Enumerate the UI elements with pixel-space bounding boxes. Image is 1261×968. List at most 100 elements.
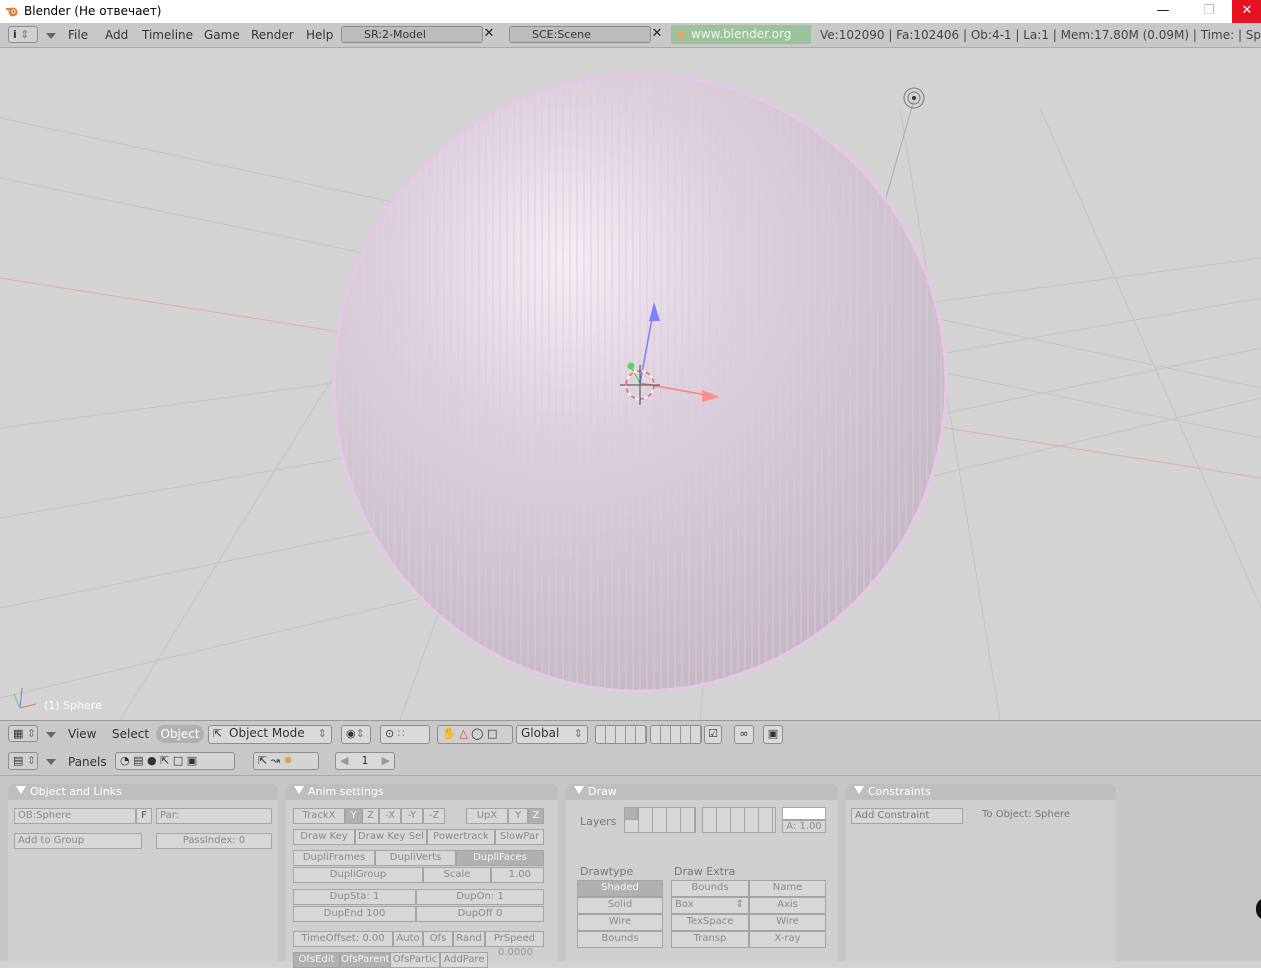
menu-object[interactable]: Object <box>156 725 204 743</box>
object-name-field[interactable]: OB:Sphere <box>14 808 136 824</box>
track-x-button[interactable]: TrackX <box>293 808 345 824</box>
dupoff-field[interactable]: DupOff 0 <box>416 906 544 922</box>
parent-field[interactable]: Par: <box>156 808 272 824</box>
object-color-swatch[interactable] <box>782 807 826 820</box>
panel-header[interactable]: Anim settings <box>286 784 558 800</box>
buttons-collapse-icon[interactable] <box>46 759 56 765</box>
logic-icon[interactable]: ◔ <box>120 754 130 767</box>
shading-context-icon[interactable]: ● <box>147 754 157 767</box>
add-to-group-button[interactable]: Add to Group <box>14 833 142 849</box>
orientation-selector[interactable]: Global ⇕ <box>516 725 588 744</box>
extra-name-button[interactable]: Name <box>749 880 826 897</box>
ofs-button[interactable]: Ofs <box>423 931 453 947</box>
menu-view[interactable]: View <box>68 727 96 741</box>
bounds-type-selector[interactable]: Box ⇕ <box>671 897 749 914</box>
fake-user-button[interactable]: F <box>136 808 152 824</box>
minimize-button[interactable]: — <box>1140 0 1186 23</box>
lamp-object[interactable] <box>903 87 925 109</box>
panel-header[interactable]: Object and Links <box>8 784 278 800</box>
dupon-field[interactable]: DupOn: 1 <box>416 889 544 905</box>
delete-screen-icon[interactable]: ✕ <box>482 27 496 42</box>
particle-sub-icon[interactable]: ✸ <box>283 754 292 767</box>
collapse-menu-icon[interactable] <box>46 33 56 39</box>
link-icon[interactable]: ∞ <box>734 725 754 744</box>
translate-icon[interactable]: △ <box>459 727 467 740</box>
physics-sub-icon[interactable]: ↝ <box>271 754 280 767</box>
dupliframes-button[interactable]: DupliFrames <box>293 850 375 866</box>
context-buttons[interactable]: ◔ ▤ ● ⇱ □ ▣ <box>115 752 235 770</box>
mode-selector[interactable]: ⇱ Object Mode ⇕ <box>208 725 332 744</box>
prspeed-button[interactable]: PrSpeed <box>485 931 544 947</box>
extra-texspace-button[interactable]: TexSpace <box>671 914 749 931</box>
object-layer-active[interactable] <box>624 807 638 820</box>
layer-buttons-group-1[interactable] <box>595 725 647 744</box>
track-z-button[interactable]: Z <box>362 808 379 824</box>
dupligroup-button[interactable]: DupliGroup <box>293 867 423 883</box>
object-layer-grid-2[interactable] <box>702 807 776 833</box>
dupliverts-button[interactable]: DupliVerts <box>375 850 456 866</box>
track-neg-z-button[interactable]: -Z <box>423 808 445 824</box>
auto-button[interactable]: Auto <box>393 931 423 947</box>
ofsedit-button[interactable]: OfsEdit <box>293 952 340 968</box>
scale-value-field[interactable]: 1.00 <box>491 867 544 883</box>
delete-scene-icon[interactable]: ✕ <box>650 27 664 42</box>
panel-collapse-icon[interactable] <box>574 786 584 794</box>
menu-timeline[interactable]: Timeline <box>142 28 193 42</box>
extra-bounds-button[interactable]: Bounds <box>671 880 749 897</box>
sub-context-buttons[interactable]: ⇱ ↝ ✸ <box>253 752 319 770</box>
extra-wire-button[interactable]: Wire <box>749 914 826 931</box>
panel-collapse-icon[interactable] <box>294 786 304 794</box>
editing-context-icon[interactable]: □ <box>173 754 183 767</box>
track-neg-y-button[interactable]: -Y <box>401 808 423 824</box>
draw-key-button[interactable]: Draw Key <box>293 829 355 845</box>
alpha-field[interactable]: A: 1.00 <box>782 820 826 833</box>
dupend-field[interactable]: DupEnd 100 <box>293 906 416 922</box>
layer-buttons-group-2[interactable] <box>650 725 702 744</box>
editor-type-selector[interactable]: i ⇕ <box>8 26 38 43</box>
panel-header[interactable]: Constraints <box>846 784 1116 800</box>
drawtype-shaded[interactable]: Shaded <box>577 880 663 897</box>
frame-number-field[interactable]: ◀ 1 ▶ <box>335 752 395 770</box>
3d-viewport[interactable]: (1) Sphere <box>0 48 1261 720</box>
drawtype-wire[interactable]: Wire <box>577 914 663 931</box>
draw-key-sel-button[interactable]: Draw Key Sel <box>355 829 427 845</box>
drawtype-solid[interactable]: Solid <box>577 897 663 914</box>
timeoffset-field[interactable]: TimeOffset: 0.00 <box>293 931 393 947</box>
drawtype-bounds[interactable]: Bounds <box>577 931 663 948</box>
lock-icon[interactable]: ☑ <box>704 725 722 744</box>
hand-icon[interactable]: ✋ <box>442 727 456 740</box>
up-z-button[interactable]: Z <box>528 808 544 824</box>
buttons-editor-type[interactable]: ▤ ⇕ <box>8 752 38 770</box>
ofspartic-button[interactable]: OfsPartic <box>390 952 440 968</box>
panel-collapse-icon[interactable] <box>854 786 864 794</box>
add-constraint-button[interactable]: Add Constraint <box>851 808 963 824</box>
rotate-icon[interactable]: ◯ <box>471 727 483 740</box>
addpare-button[interactable]: AddPare <box>440 952 488 968</box>
object-sub-icon[interactable]: ⇱ <box>258 754 267 767</box>
menu-render[interactable]: Render <box>251 28 294 42</box>
ofsparent-button[interactable]: OfsParent <box>340 952 390 968</box>
up-x-button[interactable]: UpX <box>466 808 508 824</box>
draw-type-selector[interactable]: ◉⇕ <box>341 725 371 744</box>
menu-select[interactable]: Select <box>112 727 149 741</box>
view3d-collapse-icon[interactable] <box>46 732 56 738</box>
blender-site-badge[interactable]: ◉www.blender.org 249 <box>671 25 811 60</box>
render-preview-icon[interactable]: ▣ <box>763 725 783 744</box>
close-window-button[interactable]: ✕ <box>1232 0 1261 23</box>
panel-collapse-icon[interactable] <box>16 786 26 794</box>
dupsta-field[interactable]: DupSta: 1 <box>293 889 416 905</box>
extra-axis-button[interactable]: Axis <box>749 897 826 914</box>
pass-index-field[interactable]: PassIndex: 0 <box>156 833 272 849</box>
extra-transp-button[interactable]: Transp <box>671 931 749 948</box>
pivot-selector[interactable]: ⊙ ∷ <box>380 725 430 744</box>
rand-button[interactable]: Rand <box>453 931 485 947</box>
duplifaces-button[interactable]: DupliFaces <box>456 850 544 866</box>
script-icon[interactable]: ▤ <box>133 754 143 767</box>
track-y-button[interactable]: Y <box>345 808 362 824</box>
scene-context-icon[interactable]: ▣ <box>187 754 197 767</box>
scale-icon[interactable]: □ <box>487 727 497 740</box>
menu-file[interactable]: File <box>68 28 88 42</box>
extra-xray-button[interactable]: X-ray <box>749 931 826 948</box>
object-context-icon[interactable]: ⇱ <box>160 754 169 767</box>
slowpar-button[interactable]: SlowPar <box>495 829 544 845</box>
